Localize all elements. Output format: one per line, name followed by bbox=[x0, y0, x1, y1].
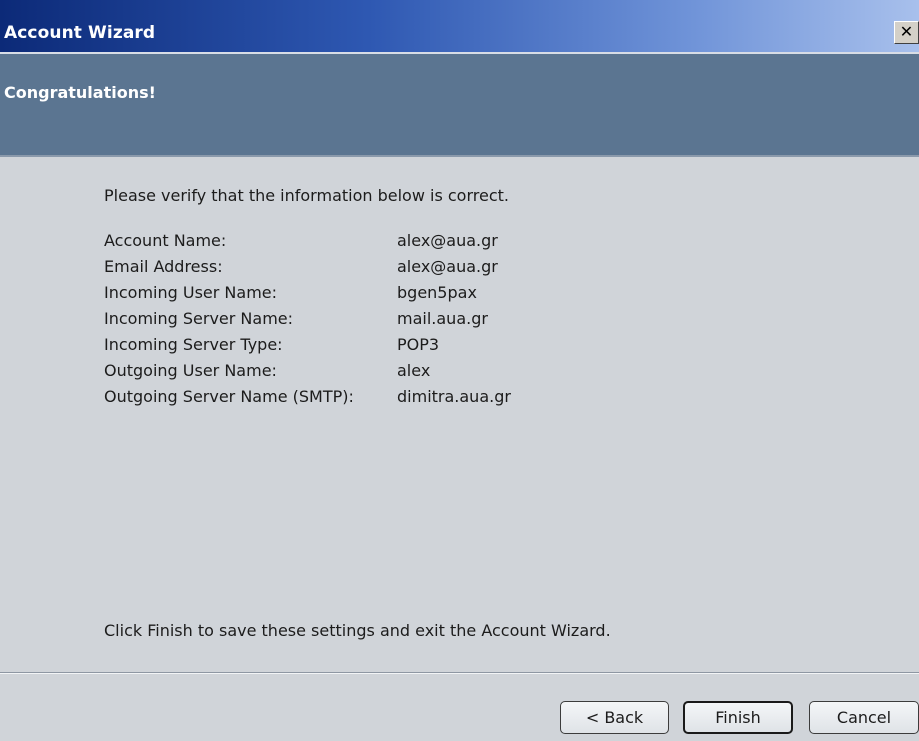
summary-value: bgen5pax bbox=[397, 283, 477, 302]
wizard-content: Please verify that the information below… bbox=[0, 157, 919, 671]
summary-value: POP3 bbox=[397, 335, 440, 354]
cancel-button[interactable]: Cancel bbox=[809, 701, 919, 734]
summary-label: Outgoing Server Name (SMTP): bbox=[104, 387, 354, 406]
intro-text: Please verify that the information below… bbox=[104, 186, 509, 205]
summary-label: Incoming Server Type: bbox=[104, 335, 283, 354]
wizard-banner: Congratulations! bbox=[0, 54, 919, 155]
summary-value: alex bbox=[397, 361, 431, 380]
finish-button[interactable]: Finish bbox=[683, 701, 793, 734]
page-heading: Congratulations! bbox=[4, 83, 156, 102]
summary-value: alex@aua.gr bbox=[397, 231, 498, 250]
summary-label: Email Address: bbox=[104, 257, 223, 276]
finish-instructions: Click Finish to save these settings and … bbox=[104, 621, 611, 640]
summary-value: alex@aua.gr bbox=[397, 257, 498, 276]
title-bar[interactable]: Account Wizard ✕ bbox=[0, 0, 919, 52]
window-title: Account Wizard bbox=[4, 23, 156, 43]
back-button[interactable]: < Back bbox=[560, 701, 669, 734]
summary-label: Incoming User Name: bbox=[104, 283, 278, 302]
button-bar-divider-highlight bbox=[0, 673, 919, 674]
summary-label: Account Name: bbox=[104, 231, 227, 250]
close-button[interactable]: ✕ bbox=[894, 21, 919, 44]
account-wizard-window: Account Wizard ✕ Congratulations! Please… bbox=[0, 0, 919, 741]
summary-value: dimitra.aua.gr bbox=[397, 387, 511, 406]
summary-label: Incoming Server Name: bbox=[104, 309, 294, 328]
summary-label: Outgoing User Name: bbox=[104, 361, 277, 380]
summary-value: mail.aua.gr bbox=[397, 309, 488, 328]
close-icon: ✕ bbox=[899, 22, 914, 41]
